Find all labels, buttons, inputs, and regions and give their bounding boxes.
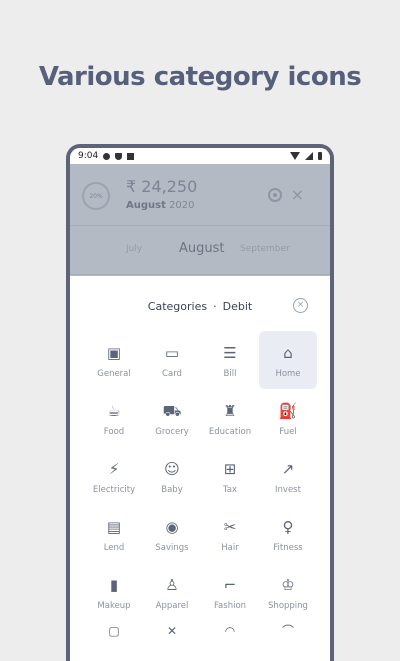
category-item-education[interactable]: ♜ Education [201,389,259,447]
categories-sheet: Categories · Debit × ▣ General ▭ Card ☰ Bill ⌂ Ho… [70,276,330,661]
hair-dryer-icon: ✂ [223,517,237,536]
category-label: Bill [223,369,237,379]
category-label: Card [162,369,182,379]
category-grid: ▣ General ▭ Card ☰ Bill ⌂ Home ☕ Food ⛟ Grocery ♜ Edu… [85,331,317,621]
category-item-invest[interactable]: ↗ Invest [259,447,317,505]
signal-icon [305,152,313,160]
category-label: Electricity [92,485,136,495]
lend-icon: ▤ [106,517,122,536]
title-separator: · [213,300,217,313]
category-label: Baby [161,485,183,495]
category-item-lend[interactable]: ▤ Lend [85,505,143,563]
category-item-hair[interactable]: ✂ Hair [201,505,259,563]
lipstick-icon: ▮ [109,575,119,594]
phone-frame: 9:04 20% ₹ 24,250 August 2020 × July Aug… [66,144,334,661]
ring-percent: 20% [89,192,103,200]
category-item-card[interactable]: ▭ Card [143,331,201,389]
category-item-fuel[interactable]: ⛽ Fuel [259,389,317,447]
category-label: General [97,369,131,379]
budget-progress-ring: 20% [82,182,110,210]
battery-icon [318,152,322,160]
shield-icon [115,152,123,160]
balance-summary: 20% ₹ 24,250 August 2020 × [70,174,330,220]
category-label: Education [208,427,252,437]
graduation-cap-icon: ♜ [223,401,237,420]
headline: Various category icons [38,62,362,92]
cart-icon: ⛟ [162,401,182,420]
month-next[interactable]: September [240,244,290,254]
category-label: Grocery [155,427,189,437]
piggy-bank-icon: ◉ [165,517,179,536]
month-current[interactable]: August [179,241,225,256]
category-item-food[interactable]: ☕ Food [85,389,143,447]
category-item-home[interactable]: ⌂ Home [259,331,317,389]
category-label: Shopping [268,601,308,611]
status-time: 9:04 [78,151,99,161]
category-label: Tax [222,485,238,495]
partial-row: ▢ ✕ ◠ ⌒ [85,625,317,637]
home-icon: ⌂ [283,343,293,362]
tax-icon: ⊞ [223,459,237,478]
category-label: Fitness [273,543,303,553]
category-label: Lend [103,543,125,553]
balance-year: 2020 [169,200,195,211]
status-bar: 9:04 [70,148,330,164]
sheet-close-icon[interactable]: × [293,298,308,313]
category-label: Hair [221,543,239,553]
fuel-pump-icon: ⛽ [278,401,298,420]
bill-icon: ☰ [223,343,237,362]
box-icon[interactable]: ▢ [85,625,143,637]
sheet-title: Categories · Debit [70,300,330,313]
sheet-type: Debit [222,300,253,313]
category-label: Makeup [97,601,131,611]
close-icon[interactable]: × [291,185,304,204]
wifi-icon [290,152,300,160]
car-icon[interactable]: ◠ [201,625,259,637]
category-item-makeup[interactable]: ▮ Makeup [85,563,143,621]
month-prev[interactable]: July [126,244,142,254]
category-item-fashion[interactable]: ⌐ Fashion [201,563,259,621]
shopping-bag-icon: ♔ [281,575,295,594]
category-label: Food [103,427,125,437]
tools-icon[interactable]: ✕ [143,625,201,637]
month-selector: July August September [70,226,330,274]
category-item-bill[interactable]: ☰ Bill [201,331,259,389]
category-item-fitness[interactable]: ♀ Fitness [259,505,317,563]
invest-chart-icon: ↗ [281,459,295,478]
food-icon: ☕ [107,401,121,420]
balance-amount: ₹ 24,250 [126,177,198,196]
sheet-title-text: Categories [147,300,208,313]
category-label: Apparel [155,601,189,611]
category-label: Fashion [213,601,247,611]
divider [70,274,330,275]
category-item-apparel[interactable]: ♙ Apparel [143,563,201,621]
category-item-tax[interactable]: ⊞ Tax [201,447,259,505]
credit-card-icon: ▭ [164,343,180,362]
dumbbell-icon: ♀ [282,517,294,536]
gear-icon [103,152,111,160]
sd-card-icon [127,152,135,160]
category-label: Home [275,369,301,379]
gift-icon[interactable]: ⌒ [259,625,317,637]
category-item-general[interactable]: ▣ General [85,331,143,389]
tshirt-icon: ♙ [165,575,179,594]
category-label: Savings [155,543,189,553]
lightning-icon: ⚡ [108,459,120,478]
category-label: Invest [275,485,301,495]
settings-gear-icon[interactable] [268,188,282,202]
high-heel-icon: ⌐ [223,575,237,594]
category-item-savings[interactable]: ◉ Savings [143,505,201,563]
category-item-electricity[interactable]: ⚡ Electricity [85,447,143,505]
baby-face-icon: ☺ [164,459,180,478]
phone-screen: 9:04 20% ₹ 24,250 August 2020 × July Aug… [70,148,330,661]
category-item-baby[interactable]: ☺ Baby [143,447,201,505]
balance-period: August 2020 [126,200,195,211]
dimmed-background: 20% ₹ 24,250 August 2020 × July August S… [70,164,330,276]
category-label: Fuel [279,427,297,437]
category-item-grocery[interactable]: ⛟ Grocery [143,389,201,447]
category-item-shopping[interactable]: ♔ Shopping [259,563,317,621]
balance-month: August [126,200,166,211]
banknote-icon: ▣ [106,343,122,362]
